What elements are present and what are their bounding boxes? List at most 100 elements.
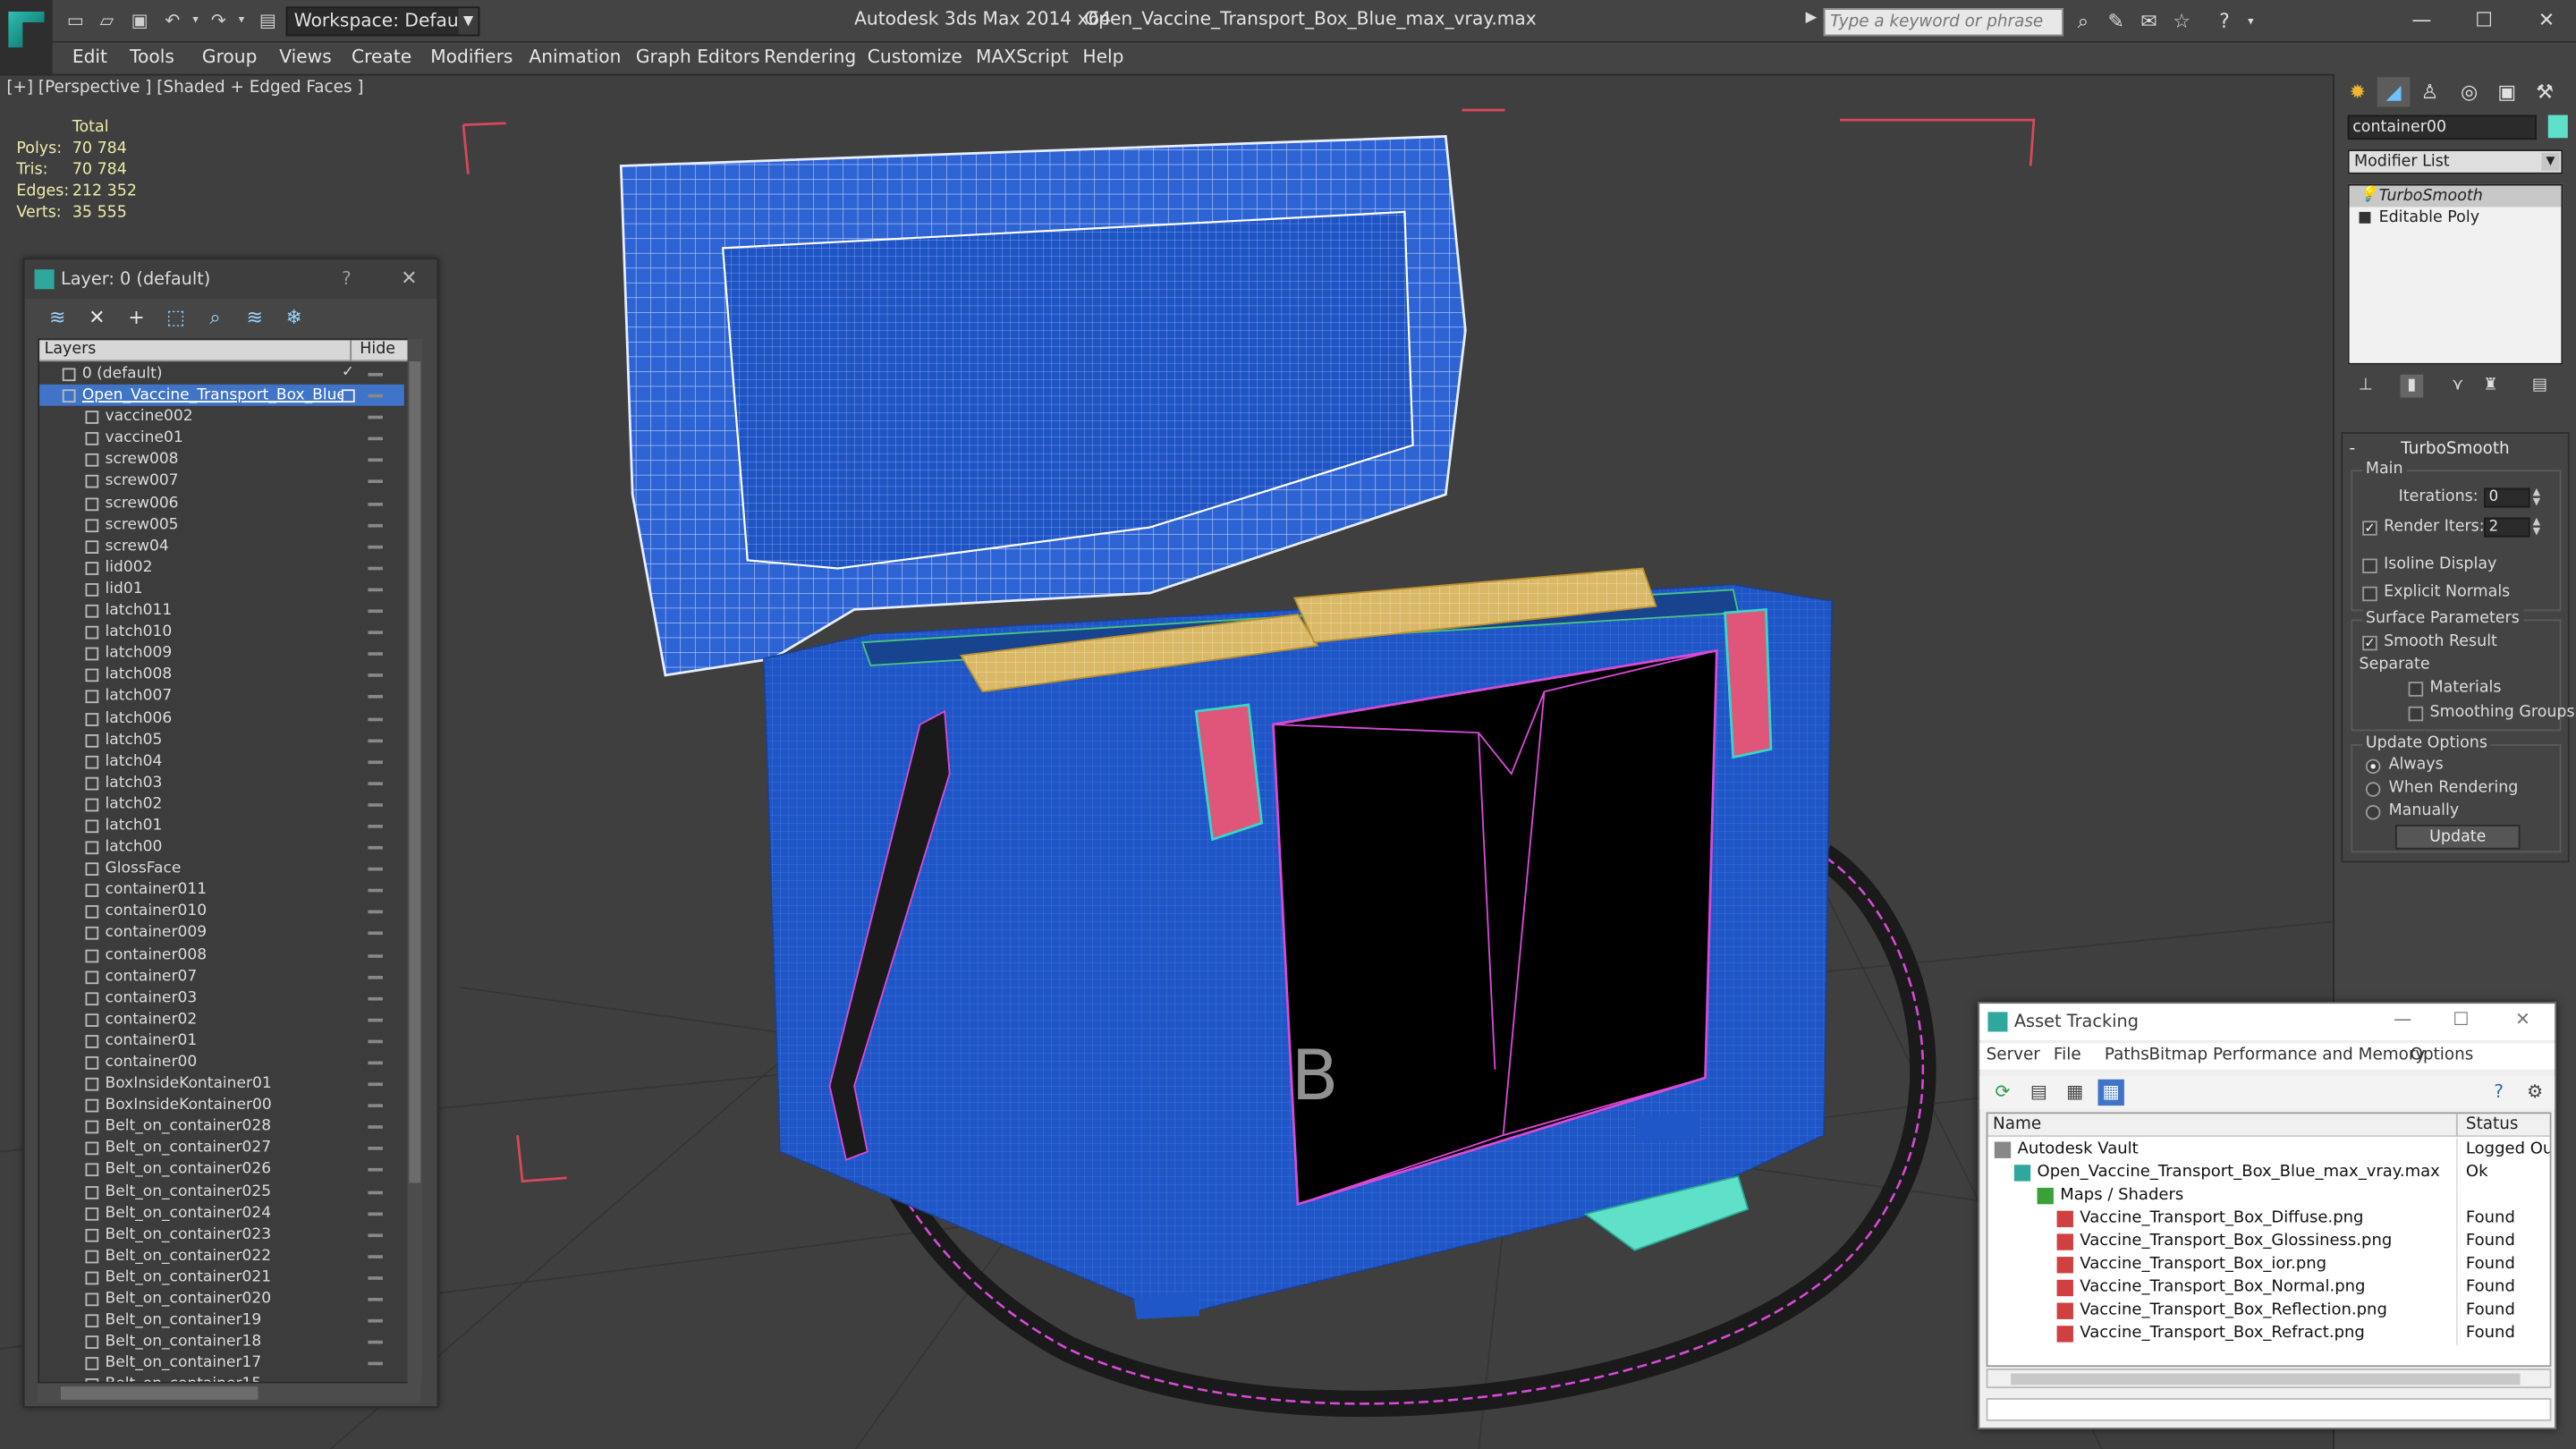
layer-object-row[interactable]: Belt_on_container025 xyxy=(39,1181,404,1202)
object-name-field[interactable]: container00 xyxy=(2347,114,2537,140)
hide-toggle[interactable] xyxy=(368,1018,383,1022)
menu-views[interactable]: Views xyxy=(279,46,331,67)
asset-row[interactable]: Maps / Shaders xyxy=(1987,1184,2549,1208)
lightbulb-icon[interactable]: 💡 xyxy=(2360,186,2378,203)
column-layers[interactable]: Layers xyxy=(45,340,97,358)
hide-toggle[interactable] xyxy=(368,1341,383,1344)
layer-object-row[interactable]: latch007 xyxy=(39,686,404,708)
asset-menu-options[interactable]: Options xyxy=(2410,1046,2473,1064)
modify-tab-icon[interactable]: ◢ xyxy=(2377,77,2411,107)
pin-stack-icon[interactable]: ⊥ xyxy=(2354,375,2377,398)
hide-toggle[interactable] xyxy=(368,1211,383,1216)
viewport-label[interactable]: [+] [Perspective ] [Shaded + Edged Faces… xyxy=(6,79,363,97)
asset-menu-paths[interactable]: Paths xyxy=(2105,1046,2149,1064)
delete-layer-icon[interactable]: ✕ xyxy=(84,304,110,330)
select-objects-icon[interactable]: ⬚ xyxy=(163,304,189,330)
layer-object-row[interactable]: latch00 xyxy=(39,836,404,858)
project-folder-icon[interactable]: ▤ xyxy=(255,8,281,33)
asset-row[interactable]: Vaccine_Transport_Box_Reflection.png Foun… xyxy=(1987,1299,2549,1323)
hide-toggle[interactable] xyxy=(368,1168,383,1173)
asset-row[interactable]: Vaccine_Transport_Box_ior.png Found xyxy=(1987,1253,2549,1277)
column-status[interactable]: Status xyxy=(2466,1115,2519,1133)
table-view-icon[interactable]: ▦ xyxy=(2097,1079,2124,1106)
hide-toggle[interactable] xyxy=(368,545,383,549)
hide-all-icon[interactable]: ≋ xyxy=(242,304,267,330)
layer-object-row[interactable]: Belt_on_container18 xyxy=(39,1331,404,1352)
maximize-icon[interactable]: ☐ xyxy=(2453,1009,2469,1030)
collapse-icon[interactable]: - xyxy=(2350,440,2356,458)
close-icon[interactable]: ✕ xyxy=(2515,1009,2530,1030)
search-input[interactable]: Type a keyword or phrase xyxy=(1823,8,2063,37)
layer-object-row[interactable]: latch009 xyxy=(39,643,404,665)
hide-toggle[interactable] xyxy=(368,1298,383,1301)
create-tab-icon[interactable]: ✹ xyxy=(2341,77,2374,106)
layer-object-row[interactable]: Belt_on_container027 xyxy=(39,1138,404,1159)
asset-horizontal-scrollbar[interactable] xyxy=(1986,1368,2552,1389)
workspace-select[interactable]: Workspace: Default ▼ xyxy=(285,6,480,37)
layer-object-row[interactable]: Belt_on_container15 xyxy=(39,1374,404,1382)
layer-object-row[interactable]: screw04 xyxy=(39,535,404,556)
column-name[interactable]: Name xyxy=(1993,1115,2041,1133)
highlight-layer-icon[interactable]: ⌕ xyxy=(202,304,228,330)
subscription-icon[interactable]: ✎ xyxy=(2103,8,2129,34)
menu-tools[interactable]: Tools xyxy=(130,46,174,67)
iterations-spinner[interactable]: 0 ▲ ▼ xyxy=(2484,487,2540,508)
update-always-radio[interactable] xyxy=(2365,758,2381,775)
asset-row[interactable]: Vaccine_Transport_Box_Glossiness.png Foun… xyxy=(1987,1230,2549,1254)
hide-toggle[interactable] xyxy=(368,781,383,785)
freeze-all-icon[interactable]: ❄ xyxy=(281,304,307,330)
hide-toggle[interactable] xyxy=(368,824,383,828)
favorites-star-icon[interactable]: ☆ xyxy=(2168,8,2194,34)
update-button[interactable]: Update xyxy=(2394,825,2521,850)
turbosmooth-rollout-header[interactable]: - TurboSmooth xyxy=(2343,440,2568,458)
layer-object-row[interactable]: container02 xyxy=(39,1008,404,1030)
layer-object-row[interactable]: vaccine002 xyxy=(39,406,404,428)
thumbnail-view-icon[interactable]: ▦ xyxy=(2062,1080,2088,1106)
hide-toggle[interactable] xyxy=(368,1082,383,1087)
asset-menu-file[interactable]: File xyxy=(2054,1046,2081,1064)
hide-toggle[interactable] xyxy=(368,416,383,419)
layer-object-row[interactable]: Belt_on_container17 xyxy=(39,1352,404,1374)
layer-object-row[interactable]: lid002 xyxy=(39,556,404,578)
layer-object-row[interactable]: GlossFace xyxy=(39,858,404,879)
column-hide[interactable]: Hide xyxy=(360,340,395,358)
menu-rendering[interactable]: Rendering xyxy=(764,46,856,67)
app-menu-button[interactable] xyxy=(0,0,53,74)
hide-toggle[interactable] xyxy=(368,1190,383,1194)
layer-object-row[interactable]: BoxInsideKontainer01 xyxy=(39,1073,404,1095)
stack-item-turbosmooth[interactable]: 💡 TurboSmooth xyxy=(2349,185,2562,208)
hide-toggle[interactable] xyxy=(368,868,383,871)
layer-row[interactable]: Open_Vaccine_Transport_Box_Blue xyxy=(39,384,404,407)
layer-object-row[interactable]: BoxInsideKontainer00 xyxy=(39,1095,404,1116)
layer-object-row[interactable]: Belt_on_container026 xyxy=(39,1159,404,1181)
materials-checkbox[interactable] xyxy=(2408,682,2424,697)
hierarchy-tab-icon[interactable]: ♙ xyxy=(2413,77,2446,106)
update-manually-radio[interactable] xyxy=(2365,804,2381,820)
hide-toggle[interactable] xyxy=(368,652,383,657)
layer-object-row[interactable]: container01 xyxy=(39,1030,404,1051)
save-file-icon[interactable]: ▣ xyxy=(126,8,152,33)
help-icon[interactable]: ? xyxy=(342,267,352,289)
layer-object-row[interactable]: container07 xyxy=(39,965,404,987)
layer-object-row[interactable]: screw005 xyxy=(39,513,404,535)
binoculars-icon[interactable]: ⌕ xyxy=(2070,8,2096,34)
layer-object-row[interactable]: container03 xyxy=(39,987,404,1008)
hide-toggle[interactable] xyxy=(368,1319,383,1323)
hide-toggle[interactable] xyxy=(368,911,383,914)
new-file-icon[interactable]: ▭ xyxy=(63,8,89,33)
layer-object-row[interactable]: Belt_on_container020 xyxy=(39,1288,404,1309)
utilities-tab-icon[interactable]: ⚒ xyxy=(2529,77,2562,106)
menu-help[interactable]: Help xyxy=(1082,46,1123,67)
layer-object-row[interactable]: latch006 xyxy=(39,708,404,729)
asset-row[interactable]: Autodesk Vault Logged Out xyxy=(1987,1138,2550,1162)
menu-create[interactable]: Create xyxy=(352,46,411,67)
layer-dialog-titlebar[interactable]: Layer: 0 (default) ? ✕ xyxy=(24,259,437,300)
object-color-swatch[interactable] xyxy=(2547,114,2568,139)
search-expand-icon[interactable]: ▶ xyxy=(1806,10,1822,35)
hide-toggle[interactable] xyxy=(368,695,383,699)
asset-row[interactable]: Open_Vaccine_Transport_Box_Blue_max_vray… xyxy=(1987,1161,2549,1185)
settings-icon[interactable]: ⚙ xyxy=(2521,1080,2547,1106)
hide-toggle[interactable] xyxy=(368,802,383,807)
stack-item-editable-poly[interactable]: Editable Poly xyxy=(2350,207,2562,228)
menu-customize[interactable]: Customize xyxy=(868,46,962,67)
